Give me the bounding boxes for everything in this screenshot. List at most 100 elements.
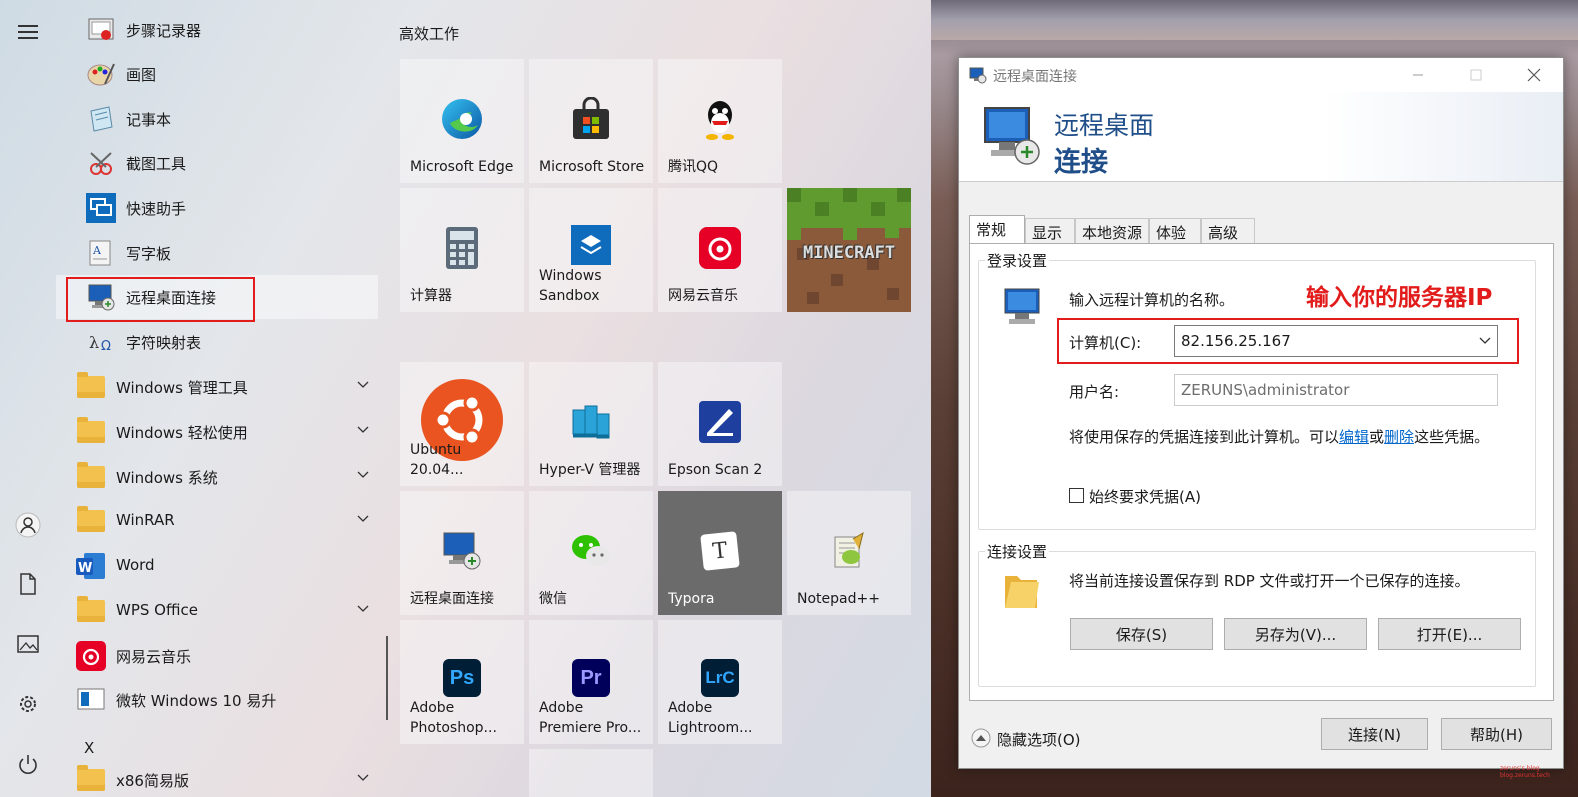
folder-icon bbox=[76, 765, 106, 795]
tile-calculator[interactable]: 计算器 bbox=[400, 188, 524, 312]
folder-icon bbox=[76, 417, 106, 447]
tab-advanced[interactable]: 高级 bbox=[1201, 218, 1255, 244]
app-item-character-map[interactable]: λΩ 字符映射表 bbox=[56, 320, 378, 364]
app-item-paint[interactable]: 画图 bbox=[56, 52, 378, 96]
tile-label: Ubuntu 20.04... bbox=[410, 442, 464, 478]
dialog-titlebar[interactable]: 远程桌面连接 bbox=[959, 58, 1563, 92]
connection-settings-group: 连接设置 将当前连接设置保存到 RDP 文件或打开一个已保存的连接。 保存(S)… bbox=[978, 541, 1536, 687]
tile-label: Notepad++ bbox=[797, 591, 880, 607]
help-button[interactable]: 帮助(H) bbox=[1441, 718, 1552, 750]
minimize-button[interactable] bbox=[1395, 63, 1441, 87]
desktop-landscape bbox=[931, 0, 1578, 40]
tile-label: Hyper-V 管理器 bbox=[539, 462, 641, 478]
tile-premiere[interactable]: Pr Adobe Premiere Pro... bbox=[529, 620, 653, 744]
app-group-wps-office[interactable]: WPS Office bbox=[56, 589, 378, 633]
tile-label: Adobe Photoshop... bbox=[410, 700, 497, 736]
collapse-options-icon[interactable] bbox=[971, 728, 991, 748]
maximize-button[interactable] bbox=[1453, 63, 1499, 87]
app-group-windows-admin-tools[interactable]: Windows 管理工具 bbox=[56, 365, 378, 409]
app-group-windows-ease-of-access[interactable]: Windows 轻松使用 bbox=[56, 410, 378, 454]
save-button[interactable]: 保存(S) bbox=[1070, 618, 1213, 650]
folder-icon bbox=[76, 506, 106, 536]
tile-partial[interactable] bbox=[529, 749, 653, 797]
dialog-banner: 远程桌面 连接 bbox=[959, 92, 1563, 182]
always-ask-label[interactable]: 始终要求凭据(A) bbox=[1089, 486, 1201, 507]
connect-button[interactable]: 连接(N) bbox=[1321, 718, 1428, 750]
tile-lightroom[interactable]: LrC Adobe Lightroom... bbox=[658, 620, 782, 744]
app-group-windows-system[interactable]: Windows 系统 bbox=[56, 455, 378, 499]
app-item-netease-music[interactable]: 网易云音乐 bbox=[56, 634, 378, 678]
group-title: 连接设置 bbox=[985, 541, 1050, 562]
tile-group-title: 高效工作 bbox=[399, 25, 460, 43]
tile-windows-sandbox[interactable]: Windows Sandbox bbox=[529, 188, 653, 312]
always-ask-checkbox[interactable] bbox=[1069, 488, 1084, 503]
tile-label: Microsoft Edge bbox=[410, 159, 514, 175]
tile-label: 网易云音乐 bbox=[668, 288, 738, 304]
power-icon[interactable] bbox=[14, 750, 42, 778]
settings-icon[interactable] bbox=[14, 690, 42, 718]
tile-microsoft-store[interactable]: Microsoft Store bbox=[529, 59, 653, 183]
app-item-snipping-tool[interactable]: 截图工具 bbox=[56, 141, 378, 185]
tile-epson-scan[interactable]: Epson Scan 2 bbox=[658, 362, 782, 486]
chevron-down-icon bbox=[357, 515, 369, 522]
tile-microsoft-edge[interactable]: Microsoft Edge bbox=[400, 59, 524, 183]
tile-wechat[interactable]: 微信 bbox=[529, 491, 653, 615]
tile-typora[interactable]: T Typora bbox=[658, 491, 782, 615]
notepad-icon bbox=[86, 104, 116, 134]
app-item-wordpad[interactable]: A 写字板 bbox=[56, 231, 378, 275]
tab-experience[interactable]: 体验 bbox=[1149, 218, 1201, 244]
quick-assist-icon bbox=[86, 193, 116, 223]
delete-credentials-link[interactable]: 删除 bbox=[1384, 428, 1414, 446]
app-item-steps-recorder[interactable]: 步骤记录器 bbox=[56, 8, 378, 52]
edit-credentials-link[interactable]: 编辑 bbox=[1339, 428, 1369, 446]
hyperv-icon bbox=[529, 392, 653, 452]
app-item-notepad[interactable]: 记事本 bbox=[56, 97, 378, 141]
qq-icon bbox=[658, 89, 782, 149]
tile-remote-desktop[interactable]: 远程桌面连接 bbox=[400, 491, 524, 615]
app-list-scrollbar[interactable] bbox=[386, 636, 388, 720]
tile-photoshop[interactable]: Ps Adobe Photoshop... bbox=[400, 620, 524, 744]
chevron-down-icon bbox=[357, 605, 369, 612]
tile-label: 远程桌面连接 bbox=[410, 591, 494, 607]
edge-icon bbox=[400, 89, 524, 149]
tile-ubuntu[interactable]: Ubuntu 20.04... bbox=[400, 362, 524, 486]
pictures-icon[interactable] bbox=[14, 630, 42, 658]
open-button[interactable]: 打开(E)... bbox=[1378, 618, 1521, 650]
tab-local-resources[interactable]: 本地资源 bbox=[1075, 218, 1149, 244]
folder-icon bbox=[76, 596, 106, 626]
tile-notepadpp[interactable]: Notepad++ bbox=[787, 491, 911, 615]
hide-options-link[interactable]: 隐藏选项(O) bbox=[997, 729, 1081, 750]
windows-update-assistant-icon bbox=[76, 685, 106, 715]
tile-netease-music[interactable]: 网易云音乐 bbox=[658, 188, 782, 312]
app-label: 画图 bbox=[126, 66, 157, 84]
close-button[interactable] bbox=[1511, 63, 1557, 87]
tile-hyperv[interactable]: Hyper-V 管理器 bbox=[529, 362, 653, 486]
app-item-word[interactable]: W Word bbox=[56, 544, 378, 588]
tile-label: 微信 bbox=[539, 591, 567, 607]
epson-scan-icon bbox=[658, 392, 782, 452]
app-label: 快速助手 bbox=[126, 200, 187, 218]
tab-display[interactable]: 显示 bbox=[1025, 218, 1075, 244]
hamburger-icon[interactable] bbox=[14, 18, 42, 46]
folder-icon bbox=[76, 372, 106, 402]
tile-label: Typora bbox=[668, 591, 715, 607]
app-label: x86简易版 bbox=[116, 772, 189, 790]
app-group-x86[interactable]: x86简易版 bbox=[56, 758, 378, 797]
app-item-quick-assist[interactable]: 快速助手 bbox=[56, 186, 378, 230]
svg-text:λ: λ bbox=[89, 333, 99, 352]
tile-qq[interactable]: 腾讯QQ bbox=[658, 59, 782, 183]
save-as-button[interactable]: 另存为(V)... bbox=[1224, 618, 1367, 650]
app-group-winrar[interactable]: WinRAR bbox=[56, 499, 378, 543]
minecraft-logo-text: MINECRAFT bbox=[802, 243, 896, 263]
app-item-windows-update-assistant[interactable]: 微软 Windows 10 易升 bbox=[56, 678, 378, 722]
tab-general[interactable]: 常规 bbox=[969, 215, 1025, 245]
calculator-icon bbox=[400, 218, 524, 278]
rdp-dialog: 远程桌面连接 远程桌面 连接 常规 显示 本地资源 体验 高级 登录设置 输入远… bbox=[958, 57, 1564, 769]
tile-minecraft[interactable]: MINECRAFT bbox=[787, 188, 911, 312]
user-icon[interactable] bbox=[14, 511, 42, 539]
document-icon[interactable] bbox=[14, 570, 42, 598]
highlight-box-remote-desktop bbox=[66, 277, 255, 322]
tile-label: Microsoft Store bbox=[539, 159, 645, 175]
app-label: 微软 Windows 10 易升 bbox=[116, 692, 277, 710]
app-list: 步骤记录器 画图 记事本 截图工具 快速助手 A 写字板 远程桌面连接 λΩ 字… bbox=[56, 0, 390, 797]
